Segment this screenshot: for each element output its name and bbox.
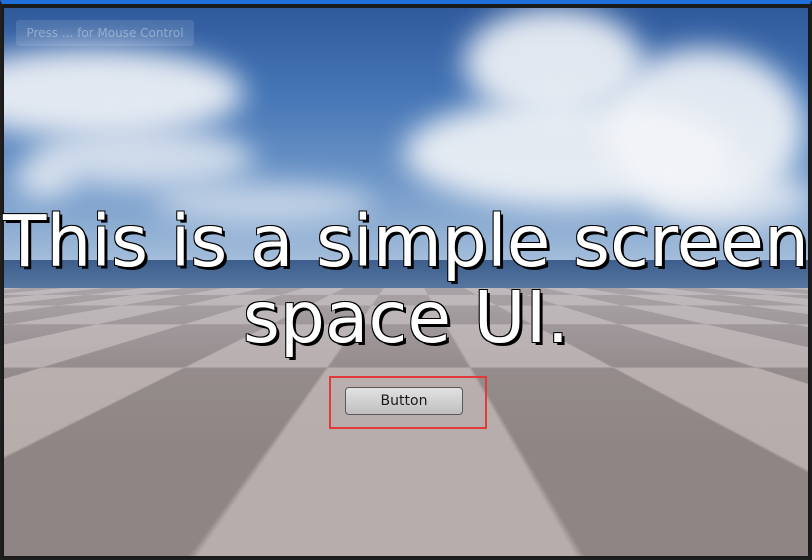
screen-space-ui-text: This is a simple screen space UI.	[3, 200, 809, 359]
ui-button[interactable]: Button	[345, 387, 463, 415]
mouse-control-hint: Press ... for Mouse Control	[16, 20, 194, 46]
game-viewport[interactable]: Press ... for Mouse Control This is a si…	[0, 0, 812, 560]
